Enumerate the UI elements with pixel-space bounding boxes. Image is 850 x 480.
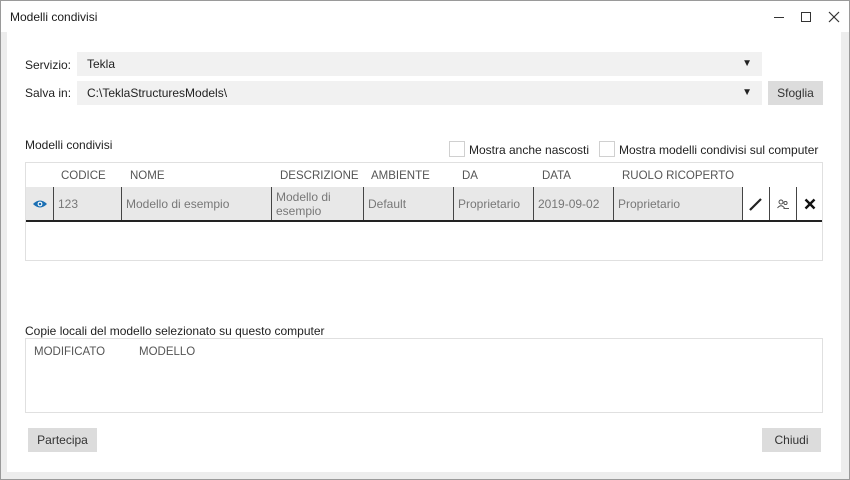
save-in-label: Salva in: bbox=[25, 86, 72, 100]
close-window-button[interactable] bbox=[819, 1, 849, 32]
members-button[interactable] bbox=[769, 187, 796, 220]
local-copies-table: MODIFICATO MODELLO bbox=[25, 338, 823, 413]
service-value: Tekla bbox=[87, 57, 116, 71]
minimize-button[interactable] bbox=[764, 1, 794, 32]
close-icon bbox=[804, 198, 815, 209]
cell-from: Proprietario bbox=[454, 187, 534, 220]
show-hidden-checkbox[interactable] bbox=[449, 141, 465, 157]
column-header-name[interactable]: NOME bbox=[130, 170, 165, 182]
cell-code: 123 bbox=[54, 187, 122, 220]
cell-description: Modello di esempio bbox=[272, 187, 364, 220]
service-select[interactable]: Tekla ▼ bbox=[77, 52, 762, 76]
users-icon bbox=[777, 199, 789, 209]
window-title: Modelli condivisi bbox=[10, 10, 98, 24]
column-header-description[interactable]: DESCRIZIONE bbox=[280, 170, 359, 182]
shared-models-table: CODICE NOME DESCRIZIONE AMBIENTE DA DATA… bbox=[25, 162, 823, 261]
show-on-computer-checkbox[interactable] bbox=[599, 141, 615, 157]
cell-name: Modello di esempio bbox=[122, 187, 272, 220]
title-bar: Modelli condivisi bbox=[1, 1, 849, 32]
dropdown-arrow-icon: ▼ bbox=[742, 87, 752, 98]
join-button[interactable]: Partecipa bbox=[28, 428, 97, 452]
eye-icon bbox=[32, 200, 47, 207]
save-in-select[interactable]: C:\TeklaStructuresModels\ ▼ bbox=[77, 81, 762, 105]
column-header-code[interactable]: CODICE bbox=[61, 170, 106, 182]
minimize-icon bbox=[774, 16, 784, 18]
close-button[interactable]: Chiudi bbox=[762, 428, 821, 452]
show-hidden-label: Mostra anche nascosti bbox=[469, 143, 590, 157]
column-header-from[interactable]: DA bbox=[462, 170, 478, 182]
column-header-role[interactable]: RUOLO RICOPERTO bbox=[622, 170, 734, 182]
close-icon bbox=[828, 11, 840, 22]
pencil-icon bbox=[749, 197, 762, 211]
dropdown-arrow-icon: ▼ bbox=[742, 58, 752, 69]
column-header-modified[interactable]: MODIFICATO bbox=[34, 346, 105, 358]
browse-button[interactable]: Sfoglia bbox=[768, 81, 823, 105]
visibility-toggle[interactable] bbox=[26, 187, 54, 220]
edit-button[interactable] bbox=[742, 187, 769, 220]
column-header-date[interactable]: DATA bbox=[542, 170, 571, 182]
maximize-button[interactable] bbox=[791, 1, 821, 32]
cell-environment: Default bbox=[364, 187, 454, 220]
maximize-icon bbox=[801, 11, 811, 22]
column-header-environment[interactable]: AMBIENTE bbox=[371, 170, 430, 182]
column-header-model[interactable]: MODELLO bbox=[139, 346, 195, 358]
cell-role: Proprietario bbox=[618, 196, 681, 211]
cell-date: 2019-09-02 bbox=[534, 187, 614, 220]
save-in-value: C:\TeklaStructuresModels\ bbox=[87, 86, 228, 100]
service-label: Servizio: bbox=[25, 58, 72, 72]
table-row[interactable]: 123 Modello di esempio Modello di esempi… bbox=[26, 187, 822, 222]
delete-button[interactable] bbox=[796, 187, 822, 220]
shared-models-title: Modelli condivisi bbox=[25, 138, 113, 152]
local-copies-title: Copie locali del modello selezionato su … bbox=[25, 324, 325, 338]
show-on-computer-label: Mostra modelli condivisi sul computer bbox=[619, 143, 819, 157]
